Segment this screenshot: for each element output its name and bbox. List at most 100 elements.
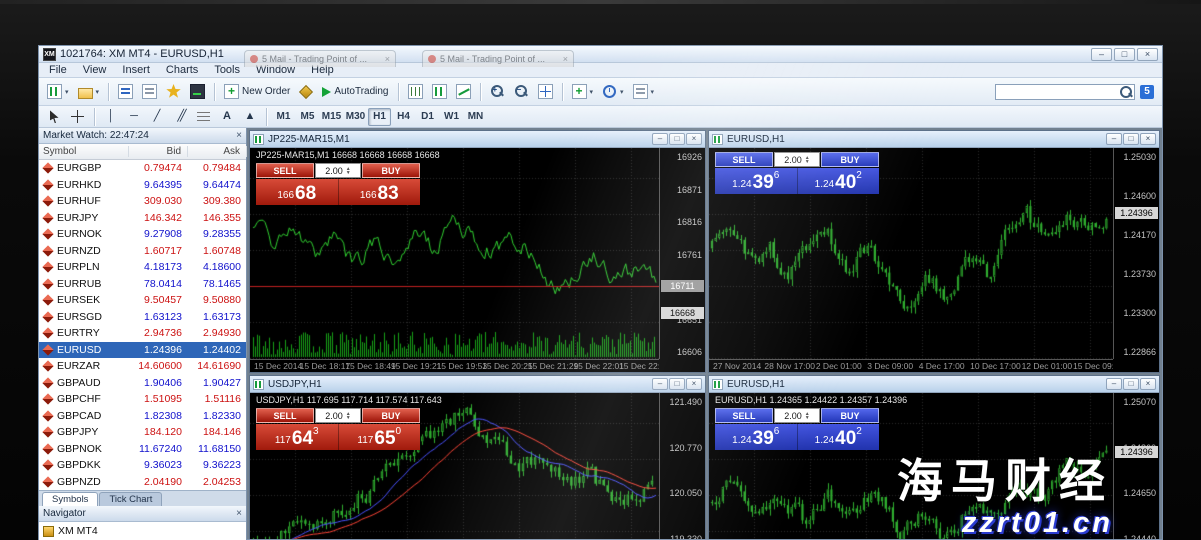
templates-button[interactable]: ▾ (629, 80, 659, 103)
indicators-button[interactable]: +▾ (568, 80, 598, 103)
market-watch-row-eurgbp[interactable]: EURGBP0.794740.79484 (39, 160, 246, 177)
buy-button[interactable]: BUY (362, 408, 420, 423)
timeframe-m5[interactable]: M5 (296, 108, 319, 126)
timeframe-w1[interactable]: W1 (440, 108, 463, 126)
market-watch-row-gbpaud[interactable]: GBPAUD1.904061.90427 (39, 375, 246, 392)
spread-stepper[interactable]: 2.00 ▲▼ (315, 163, 361, 178)
market-watch-row-eurtry[interactable]: EURTRY2.947362.94930 (39, 325, 246, 342)
titlebar[interactable]: XM 1021764: XM MT4 - EURUSD,H1 – □ × (39, 46, 1162, 63)
text-tool-button[interactable]: A (216, 105, 238, 128)
market-watch-row-eurjpy[interactable]: EURJPY146.342146.355 (39, 210, 246, 227)
timeframe-mn[interactable]: MN (464, 108, 487, 126)
buy-button[interactable]: BUY (362, 163, 420, 178)
menu-view[interactable]: View (75, 64, 115, 76)
sell-price[interactable]: 1.24396 (715, 424, 798, 450)
market-watch-row-eursek[interactable]: EURSEK9.504579.50880 (39, 292, 246, 309)
market-watch-header[interactable]: Market Watch: 22:47:24 × (39, 128, 246, 144)
sell-button[interactable]: SELL (256, 163, 314, 178)
market-watch-column-headers[interactable]: Symbol Bid Ask (39, 144, 246, 160)
market-watch-row-gbpjpy[interactable]: GBPJPY184.120184.146 (39, 424, 246, 441)
chart-titlebar[interactable]: EURUSD,H1 – □ × (709, 131, 1159, 148)
spread-stepper[interactable]: 2.00 ▲▼ (774, 152, 820, 167)
fibonacci-button[interactable] (192, 105, 215, 128)
autotrading-button[interactable]: AutoTrading (318, 80, 392, 103)
close-button[interactable]: × (1137, 48, 1158, 61)
column-bid[interactable]: Bid (129, 146, 188, 157)
line-chart-mode-button[interactable] (452, 80, 475, 103)
market-watch-row-eurpln[interactable]: EURPLN4.181734.18600 (39, 259, 246, 276)
menu-insert[interactable]: Insert (114, 64, 158, 76)
maximize-button[interactable]: □ (1114, 48, 1135, 61)
chart-minimize-button[interactable]: – (652, 378, 668, 390)
chart-close-button[interactable]: × (686, 133, 702, 145)
timeframe-d1[interactable]: D1 (416, 108, 439, 126)
market-watch-row-gbpnok[interactable]: GBPNOK11.6724011.68150 (39, 441, 246, 458)
close-icon[interactable]: × (236, 131, 242, 141)
menu-file[interactable]: File (41, 64, 75, 76)
market-watch-row-eurhuf[interactable]: EURHUF309.030309.380 (39, 193, 246, 210)
buy-price[interactable]: 16683 (339, 179, 421, 205)
buy-price[interactable]: 117650 (339, 424, 421, 450)
buy-price[interactable]: 1.24402 (798, 168, 880, 194)
column-symbol[interactable]: Symbol (39, 146, 129, 157)
market-watch-row-gbpcad[interactable]: GBPCAD1.823081.82330 (39, 408, 246, 425)
search-box[interactable] (995, 84, 1135, 100)
timeframe-h4[interactable]: H4 (392, 108, 415, 126)
navigator-header[interactable]: Navigator × (39, 506, 246, 522)
terminal-button[interactable] (186, 80, 209, 103)
horizontal-line-button[interactable]: ─ (123, 105, 145, 128)
buy-button[interactable]: BUY (821, 152, 879, 167)
sell-price[interactable]: 1.24396 (715, 168, 798, 194)
market-watch-row-gbpdkk[interactable]: GBPDKK9.360239.36223 (39, 457, 246, 474)
market-watch-row-eursgd[interactable]: EURSGD1.631231.63173 (39, 309, 246, 326)
timeframe-m30[interactable]: M30 (344, 108, 367, 126)
crosshair-tool-button[interactable] (66, 105, 89, 128)
timeframe-h1[interactable]: H1 (368, 108, 391, 126)
spread-arrows-icon[interactable]: ▲▼ (805, 156, 810, 164)
chart-titlebar[interactable]: JP225-MAR15,M1 – □ × (250, 131, 705, 148)
spread-stepper[interactable]: 2.00 ▲▼ (315, 408, 361, 423)
sell-price[interactable]: 16668 (256, 179, 339, 205)
chart-close-button[interactable]: × (1140, 133, 1156, 145)
navigator-root-item[interactable]: XM MT4 (58, 525, 98, 537)
market-watch-row-eurusd[interactable]: EURUSD1.243961.24402 (39, 342, 246, 359)
tab-symbols[interactable]: Symbols (42, 492, 98, 506)
spread-arrows-icon[interactable]: ▲▼ (805, 412, 810, 420)
tile-windows-button[interactable] (534, 80, 557, 103)
chart-titlebar[interactable]: USDJPY,H1 – □ × (250, 376, 705, 393)
arrows-tool-button[interactable]: ▲ (239, 105, 261, 128)
trendline-button[interactable]: ╱ (146, 105, 168, 128)
chart-minimize-button[interactable]: – (652, 133, 668, 145)
sell-button[interactable]: SELL (715, 408, 773, 423)
new-chart-button[interactable]: ▾ (43, 80, 73, 103)
market-watch-button[interactable] (114, 80, 137, 103)
chart-restore-button[interactable]: □ (1123, 133, 1139, 145)
new-order-button[interactable]: +New Order (220, 80, 294, 103)
chart-minimize-button[interactable]: – (1106, 378, 1122, 390)
vertical-line-button[interactable]: │ (100, 105, 122, 128)
market-watch-row-eurrub[interactable]: EURRUB78.041478.1465 (39, 276, 246, 293)
candlestick-mode-button[interactable] (428, 80, 451, 103)
navigator-button[interactable] (162, 80, 185, 103)
expert-advisors-button[interactable] (295, 80, 317, 103)
chart-restore-button[interactable]: □ (1123, 378, 1139, 390)
chart-close-button[interactable]: × (1140, 378, 1156, 390)
minimize-button[interactable]: – (1091, 48, 1112, 61)
spread-stepper[interactable]: 2.00 ▲▼ (774, 408, 820, 423)
menu-charts[interactable]: Charts (158, 64, 206, 76)
market-watch-row-gbpnzd[interactable]: GBPNZD2.041902.04253 (39, 474, 246, 491)
spread-arrows-icon[interactable]: ▲▼ (346, 412, 351, 420)
spread-arrows-icon[interactable]: ▲▼ (346, 167, 351, 175)
sell-button[interactable]: SELL (256, 408, 314, 423)
chart-restore-button[interactable]: □ (669, 378, 685, 390)
buy-button[interactable]: BUY (821, 408, 879, 423)
profiles-button[interactable]: ▾ (74, 80, 104, 103)
timeframe-m1[interactable]: M1 (272, 108, 295, 126)
data-window-button[interactable] (138, 80, 161, 103)
close-icon[interactable]: × (236, 509, 242, 519)
search-input[interactable] (998, 86, 1119, 97)
sell-button[interactable]: SELL (715, 152, 773, 167)
market-watch-row-eurnzd[interactable]: EURNZD1.607171.60748 (39, 243, 246, 260)
cursor-tool-button[interactable] (43, 105, 65, 128)
market-watch-row-eurnok[interactable]: EURNOK9.279089.28355 (39, 226, 246, 243)
